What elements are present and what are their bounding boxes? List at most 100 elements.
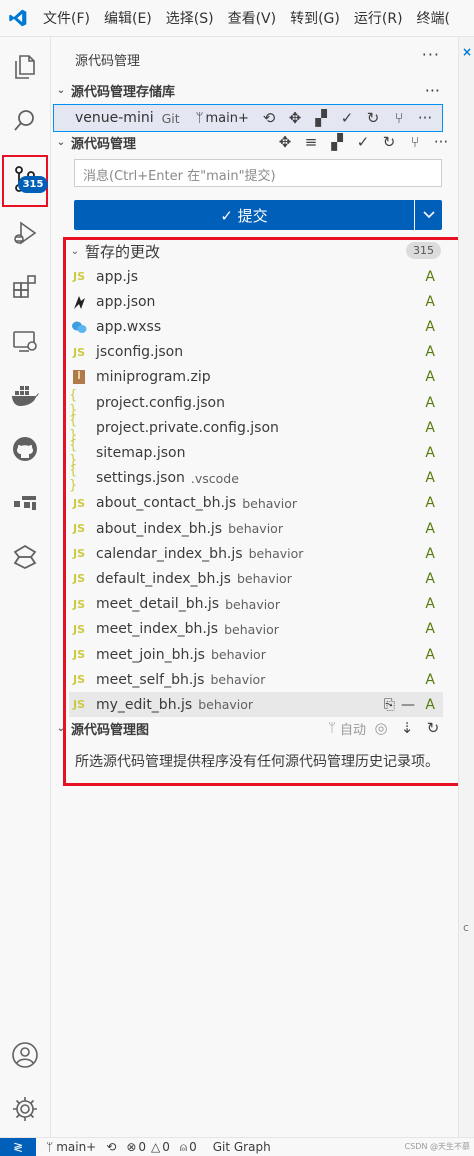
repositories-more-icon[interactable]: ··· — [425, 81, 440, 100]
remote-explorer-icon[interactable] — [0, 317, 50, 365]
file-name: project.private.config.json — [96, 419, 279, 436]
repo-branch[interactable]: main+ — [205, 111, 248, 126]
panel-title: 源代码管理 — [75, 54, 141, 69]
view-as-list-icon[interactable]: ≡ — [300, 131, 322, 153]
run-debug-icon[interactable] — [0, 209, 50, 257]
file-status: A — [425, 570, 435, 587]
file-row[interactable]: app.wxss A — [69, 314, 443, 339]
search-icon[interactable] — [0, 97, 50, 145]
git-graph-icon[interactable] — [0, 479, 50, 527]
graph-empty-message: 所选源代码管理提供程序没有任何源代码管理历史记录项。 — [75, 754, 439, 770]
file-folder-desc: behavior — [210, 647, 266, 662]
refresh-icon[interactable]: ↻ — [362, 107, 384, 129]
file-row[interactable]: JS meet_index_bh.js behavior A — [69, 617, 443, 642]
unstage-icon[interactable]: — — [401, 697, 415, 713]
menu-terminal[interactable]: 终端( — [410, 8, 457, 28]
more-icon[interactable]: ··· — [414, 107, 436, 129]
status-bar: ≷ ᛘ main+ ⟲ ⊗ 0 △ 0 ⍝ 0 Git Graph — [0, 1137, 474, 1156]
file-row[interactable]: JS jsconfig.json A — [69, 340, 443, 365]
commit-check-icon[interactable]: ✓ — [336, 107, 358, 129]
file-row[interactable]: { } project.private.config.json A — [69, 413, 443, 443]
file-row[interactable]: JS app.js A — [69, 264, 443, 289]
git-graph-icon[interactable]: ▞ — [326, 131, 348, 153]
menu-go[interactable]: 转到(G) — [283, 8, 347, 28]
ports-icon[interactable]: ⍝ — [180, 1140, 187, 1155]
sync-icon[interactable]: ⟲ — [258, 107, 280, 129]
editor-edge: × c — [458, 37, 474, 1137]
file-status: A — [425, 520, 435, 537]
target-icon[interactable]: ◎ — [370, 717, 392, 739]
fork-icon[interactable]: ⑂ — [404, 131, 426, 153]
git-graph-icon[interactable]: ▞ — [310, 107, 332, 129]
close-icon[interactable]: × — [462, 45, 472, 59]
file-row[interactable]: JS meet_self_bh.js behavior A — [69, 667, 443, 692]
source-control-badge: 315 — [18, 176, 48, 193]
graph-auto-label[interactable]: 自动 — [340, 719, 366, 738]
copilot-shape-icon[interactable]: ✥ — [274, 131, 296, 153]
file-name: app.js — [96, 268, 138, 285]
git-graph-status[interactable]: Git Graph — [213, 1140, 271, 1154]
file-folder-desc: behavior — [242, 495, 298, 511]
json-file-icon: { } — [69, 387, 78, 418]
file-row[interactable]: JS meet_detail_bh.js behavior A — [69, 592, 443, 617]
ports-count: 0 — [189, 1140, 197, 1154]
file-row[interactable]: JS calendar_index_bh.js behavior A — [69, 541, 443, 566]
docker-icon[interactable] — [0, 371, 50, 419]
github-icon[interactable] — [0, 425, 50, 473]
miniprogram-file-icon — [69, 292, 89, 312]
file-row[interactable]: JS meet_join_bh.js behavior A — [69, 642, 443, 667]
file-row[interactable]: JS my_edit_bh.js behavior ⎘ — A — [69, 692, 443, 718]
status-branch[interactable]: main+ — [56, 1140, 96, 1154]
copilot-shape-icon[interactable] — [0, 533, 50, 581]
error-icon[interactable]: ⊗ — [126, 1140, 136, 1154]
refresh-icon[interactable]: ↻ — [378, 131, 400, 153]
panel-more-icon[interactable]: ··· — [422, 45, 440, 64]
explorer-icon[interactable] — [0, 43, 50, 91]
open-file-icon[interactable]: ⎘ — [384, 697, 395, 713]
file-row[interactable]: { } sitemap.json A — [69, 438, 443, 468]
scm-graph-title: 源代码管理图 — [71, 722, 150, 738]
extensions-icon[interactable] — [0, 263, 50, 311]
copilot-shape-icon[interactable]: ✥ — [284, 107, 306, 129]
scm-section-title: 源代码管理 — [71, 136, 137, 152]
commit-message-input[interactable]: 消息(Ctrl+Enter 在"main"提交) — [74, 159, 442, 187]
fetch-icon[interactable]: ⇣ — [396, 717, 418, 739]
menu-view[interactable]: 查看(V) — [221, 8, 284, 28]
scm-section-header[interactable]: ⌄ 源代码管理 ✥ ≡ ▞ ✓ ↻ ⑂ ··· — [51, 131, 458, 153]
file-row[interactable]: JS about_contact_bh.js behavior A — [69, 491, 443, 516]
commit-check-icon[interactable]: ✓ — [352, 131, 374, 153]
js-file-icon: JS — [72, 547, 85, 561]
remote-indicator-icon[interactable]: ≷ — [0, 1138, 36, 1156]
file-row[interactable]: JS default_index_bh.js behavior A — [69, 566, 443, 591]
file-row[interactable]: { } settings.json .vscode A — [69, 463, 443, 493]
file-folder-desc: behavior — [198, 697, 254, 713]
more-icon[interactable]: ··· — [430, 131, 452, 153]
refresh-icon[interactable]: ↻ — [422, 717, 444, 739]
warning-icon[interactable]: △ — [151, 1140, 160, 1154]
file-name: meet_self_bh.js — [96, 671, 205, 688]
account-icon[interactable] — [0, 1031, 50, 1079]
chevron-down-icon: ⌄ — [56, 722, 66, 734]
row-actions: ⎘ — — [384, 697, 415, 713]
menu-run[interactable]: 运行(R) — [347, 8, 410, 28]
menu-file[interactable]: 文件(F) — [36, 8, 97, 28]
commit-button[interactable]: ✓ 提交 — [74, 200, 414, 230]
menu-edit[interactable]: 编辑(E) — [97, 8, 159, 28]
wechat-file-icon — [69, 317, 89, 337]
vscode-logo-icon[interactable] — [0, 0, 36, 36]
file-row[interactable]: miniprogram.zip A — [69, 365, 443, 390]
settings-gear-icon[interactable] — [0, 1085, 50, 1133]
repositories-section-header[interactable]: ⌄ 源代码管理存储库 ··· — [51, 79, 458, 101]
file-row[interactable]: { } project.config.json A — [69, 387, 443, 418]
repository-row[interactable]: venue-mini Git ᛘ main+ ⟲ ✥ ▞ ✓ ↻ ⑂ ··· — [53, 104, 443, 132]
file-row[interactable]: app.json A — [69, 289, 443, 314]
commit-dropdown-button[interactable] — [415, 200, 442, 230]
fork-icon[interactable]: ⑂ — [388, 107, 410, 129]
staged-changes-header[interactable]: ⌄ 暂存的更改 315 — [65, 240, 441, 262]
menu-selection[interactable]: 选择(S) — [159, 8, 221, 28]
scm-graph-section-header[interactable]: ⌄ 源代码管理图 ᛘ 自动 ◎ ⇣ ↻ — [51, 717, 458, 739]
file-status: A — [425, 470, 435, 487]
sync-icon[interactable]: ⟲ — [106, 1140, 116, 1154]
file-name: app.json — [96, 293, 156, 310]
file-row[interactable]: JS about_index_bh.js behavior A — [69, 516, 443, 541]
